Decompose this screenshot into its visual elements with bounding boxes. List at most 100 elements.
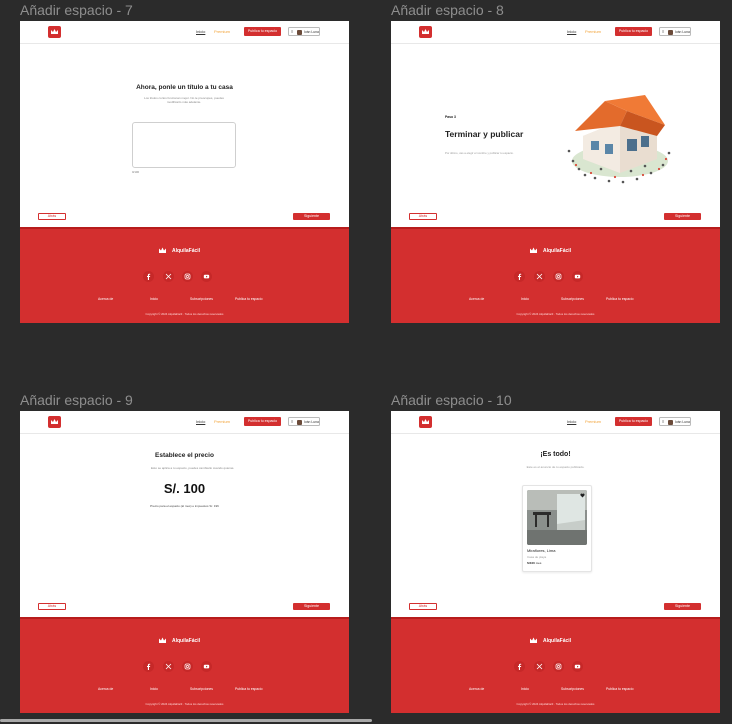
footer-link-acerca[interactable]: Acerca de — [469, 687, 484, 691]
publish-space-button[interactable]: Publica tu espacio — [615, 417, 652, 426]
footer-link-inicio[interactable]: Inicio — [150, 297, 158, 301]
instagram-icon[interactable] — [553, 271, 564, 282]
top-navbar: Inicio Premium Publica tu espacio ≡ Iván… — [20, 21, 349, 44]
next-button[interactable]: Siguiente — [664, 213, 701, 220]
frame-anadir-espacio-9: Inicio Premium Publica tu espacio ≡ Iván… — [20, 411, 349, 713]
user-name: Iván Luna — [304, 30, 319, 35]
footer-link-subscripciones[interactable]: Subscripciones — [190, 687, 213, 691]
user-menu[interactable]: ≡ Iván Luna — [659, 417, 691, 426]
logo[interactable] — [419, 416, 432, 428]
frame-anadir-espacio-7: Inicio Premium Publica tu espacio ≡ Iván… — [20, 21, 349, 323]
horizontal-scrollbar[interactable] — [0, 719, 372, 722]
facebook-icon[interactable] — [514, 271, 525, 282]
footer-link-acerca[interactable]: Acerca de — [98, 297, 113, 301]
footer: AlquilaFácil Acerca de Inicio Subscripci… — [391, 227, 720, 323]
frame-anadir-espacio-10: Inicio Premium Publica tu espacio ≡ Iván… — [391, 411, 720, 713]
frame-anadir-espacio-8: Inicio Premium Publica tu espacio ≡ Iván… — [391, 21, 720, 323]
heart-icon[interactable] — [580, 493, 585, 498]
back-button[interactable]: Atrás — [38, 213, 66, 220]
crown-icon — [422, 29, 429, 34]
publish-space-button[interactable]: Publica tu espacio — [244, 417, 281, 426]
step-label: Paso 3 — [445, 115, 456, 119]
footer-link-acerca[interactable]: Acerca de — [469, 297, 484, 301]
footer: AlquilaFácil Acerca de Inicio Subscripci… — [20, 617, 349, 713]
footer-brand: AlquilaFácil — [543, 638, 572, 644]
listing-photo — [527, 490, 587, 545]
instagram-icon[interactable] — [182, 661, 193, 672]
footer-links: Acerca de Inicio Subscripciones Publica … — [391, 687, 720, 693]
facebook-icon[interactable] — [143, 271, 154, 282]
listing-type: Casa de playa — [527, 555, 547, 559]
footer-link-inicio[interactable]: Inicio — [521, 687, 529, 691]
nav-premium[interactable]: Premium — [214, 419, 230, 424]
footer-copyright: Copyright © 2024 AlquilaFácil · Todos lo… — [145, 702, 224, 706]
user-menu[interactable]: ≡ Iván Luna — [288, 417, 320, 426]
page-subtitle: Esto se aplica a tu espacio, puedes camb… — [151, 466, 235, 470]
footer-link-publica[interactable]: Publica tu espacio — [235, 687, 263, 691]
next-button[interactable]: Siguiente — [664, 603, 701, 610]
avatar — [297, 29, 302, 35]
footer-link-subscripciones[interactable]: Subscripciones — [561, 297, 584, 301]
logo[interactable] — [48, 26, 61, 38]
next-button[interactable]: Siguiente — [293, 603, 330, 610]
youtube-icon[interactable] — [201, 271, 212, 282]
nav-inicio[interactable]: Inicio — [196, 29, 205, 34]
hamburger-icon: ≡ — [662, 418, 665, 424]
listing-price: S/100 mes — [527, 561, 541, 565]
user-name: Iván Luna — [675, 30, 690, 35]
logo[interactable] — [419, 26, 432, 38]
crown-icon — [159, 247, 166, 253]
publish-space-button[interactable]: Publica tu espacio — [244, 27, 281, 36]
youtube-icon[interactable] — [572, 661, 583, 672]
footer-link-inicio[interactable]: Inicio — [521, 297, 529, 301]
avatar — [668, 29, 673, 35]
nav-premium[interactable]: Premium — [585, 29, 601, 34]
footer-links: Acerca de Inicio Subscripciones Publica … — [20, 297, 349, 303]
listing-price-amount: S/100 — [527, 561, 535, 565]
top-navbar: Inicio Premium Publica tu espacio ≡ Iván… — [20, 411, 349, 434]
footer-link-acerca[interactable]: Acerca de — [98, 687, 113, 691]
footer-links: Acerca de Inicio Subscripciones Publica … — [391, 297, 720, 303]
facebook-icon[interactable] — [514, 661, 525, 672]
publish-space-button[interactable]: Publica tu espacio — [615, 27, 652, 36]
back-button[interactable]: Atrás — [409, 213, 437, 220]
page-description: Por último, vas a elegir el nombre y pub… — [445, 151, 514, 155]
footer-link-inicio[interactable]: Inicio — [150, 687, 158, 691]
footer-link-publica[interactable]: Publica tu espacio — [606, 297, 634, 301]
footer-link-subscripciones[interactable]: Subscripciones — [190, 297, 213, 301]
x-icon[interactable] — [534, 271, 545, 282]
user-name: Iván Luna — [675, 420, 690, 425]
back-button[interactable]: Atrás — [409, 603, 437, 610]
price-value[interactable]: S/. 100 — [20, 481, 349, 496]
title-textarea[interactable] — [132, 122, 236, 168]
nav-inicio[interactable]: Inicio — [196, 419, 205, 424]
footer-link-publica[interactable]: Publica tu espacio — [606, 687, 634, 691]
user-menu[interactable]: ≡ Iván Luna — [659, 27, 691, 36]
back-button[interactable]: Atrás — [38, 603, 66, 610]
user-name: Iván Luna — [304, 420, 319, 425]
avatar — [668, 419, 673, 425]
page-title: Establece el precio — [155, 452, 214, 459]
footer-brand: AlquilaFácil — [543, 248, 572, 254]
youtube-icon[interactable] — [572, 271, 583, 282]
hamburger-icon: ≡ — [662, 28, 665, 34]
x-icon[interactable] — [163, 271, 174, 282]
next-button[interactable]: Siguiente — [293, 213, 330, 220]
listing-card[interactable]: Miraflores, Lima Casa de playa S/100 mes — [522, 485, 592, 572]
hamburger-icon: ≡ — [291, 28, 294, 34]
footer-link-subscripciones[interactable]: Subscripciones — [561, 687, 584, 691]
x-icon[interactable] — [534, 661, 545, 672]
x-icon[interactable] — [163, 661, 174, 672]
footer-link-publica[interactable]: Publica tu espacio — [235, 297, 263, 301]
nav-inicio[interactable]: Inicio — [567, 29, 576, 34]
nav-premium[interactable]: Premium — [214, 29, 230, 34]
logo[interactable] — [48, 416, 61, 428]
nav-premium[interactable]: Premium — [585, 419, 601, 424]
instagram-icon[interactable] — [182, 271, 193, 282]
facebook-icon[interactable] — [143, 661, 154, 672]
char-counter: 0/100 — [132, 170, 139, 174]
youtube-icon[interactable] — [201, 661, 212, 672]
nav-inicio[interactable]: Inicio — [567, 419, 576, 424]
user-menu[interactable]: ≡ Iván Luna — [288, 27, 320, 36]
instagram-icon[interactable] — [553, 661, 564, 672]
